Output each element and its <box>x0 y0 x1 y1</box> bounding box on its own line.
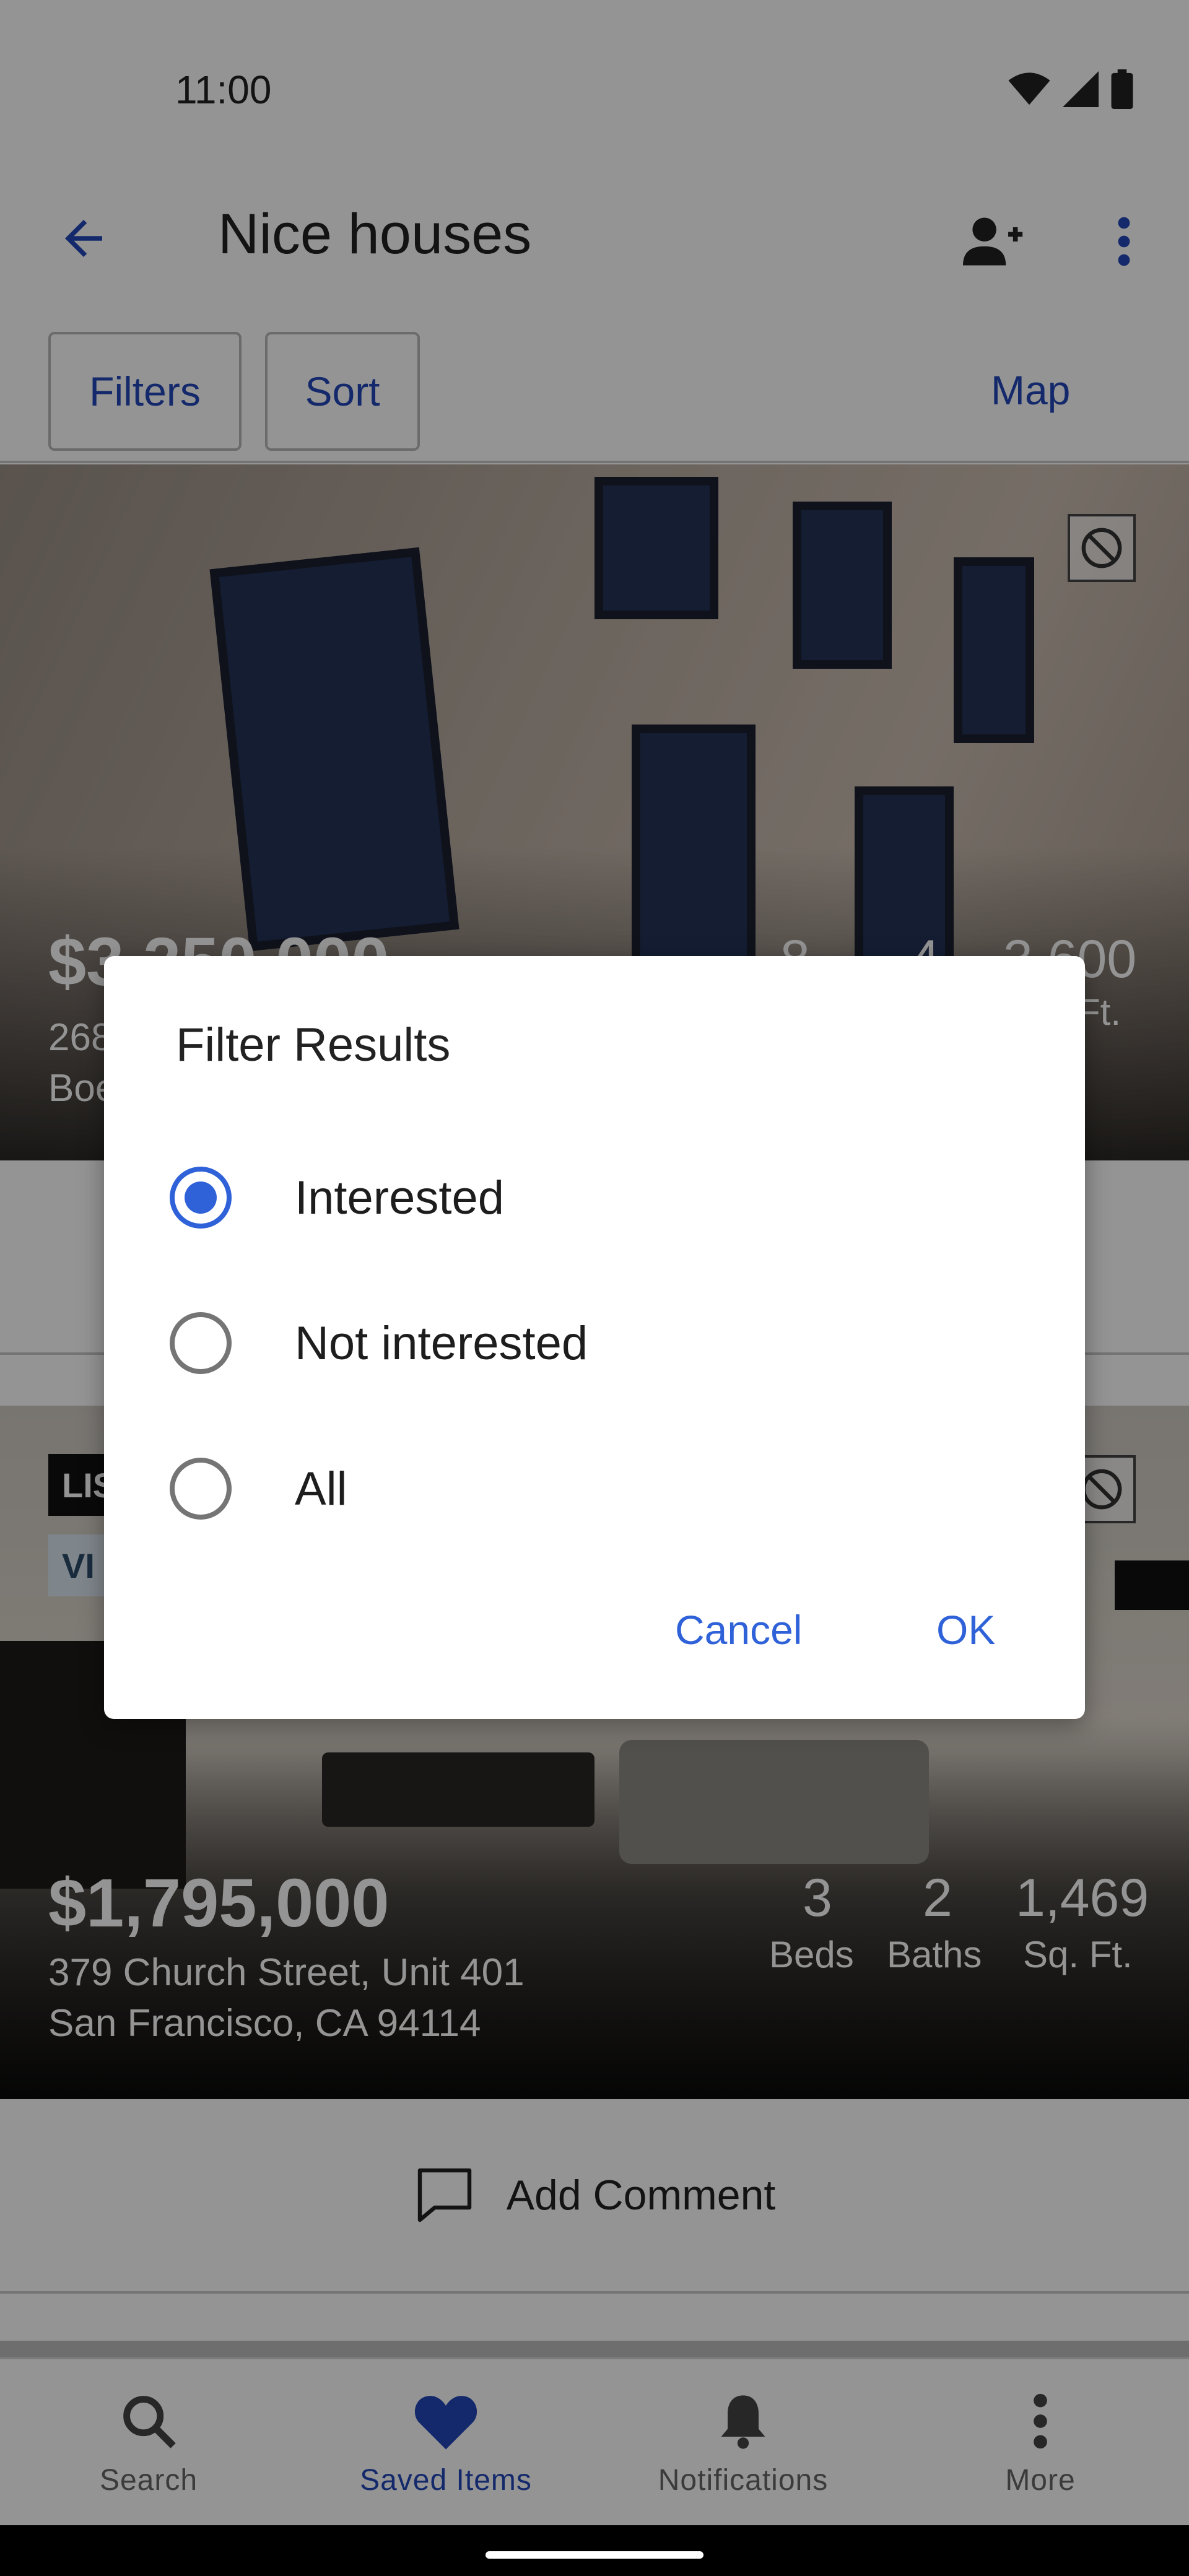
radio-label: Interested <box>295 1171 504 1224</box>
filter-results-dialog: Filter Results Interested Not interested… <box>104 956 1085 1719</box>
cancel-button[interactable]: Cancel <box>675 1606 802 1653</box>
radio-option-not-interested[interactable]: Not interested <box>104 1275 1085 1411</box>
radio-button[interactable] <box>170 1458 232 1520</box>
system-navigation-bar <box>0 2525 1189 2576</box>
radio-label: Not interested <box>295 1316 588 1370</box>
dialog-title: Filter Results <box>176 1019 451 1071</box>
screen: 11:00 Nice houses Filters Sort Map 268 B… <box>0 0 1189 2576</box>
radio-button-selected[interactable] <box>170 1167 232 1229</box>
radio-label: All <box>295 1462 347 1515</box>
ok-button[interactable]: OK <box>936 1606 995 1653</box>
radio-option-all[interactable]: All <box>104 1421 1085 1557</box>
home-gesture-handle[interactable] <box>486 2551 703 2559</box>
radio-button[interactable] <box>170 1312 232 1374</box>
radio-option-interested[interactable]: Interested <box>104 1129 1085 1266</box>
